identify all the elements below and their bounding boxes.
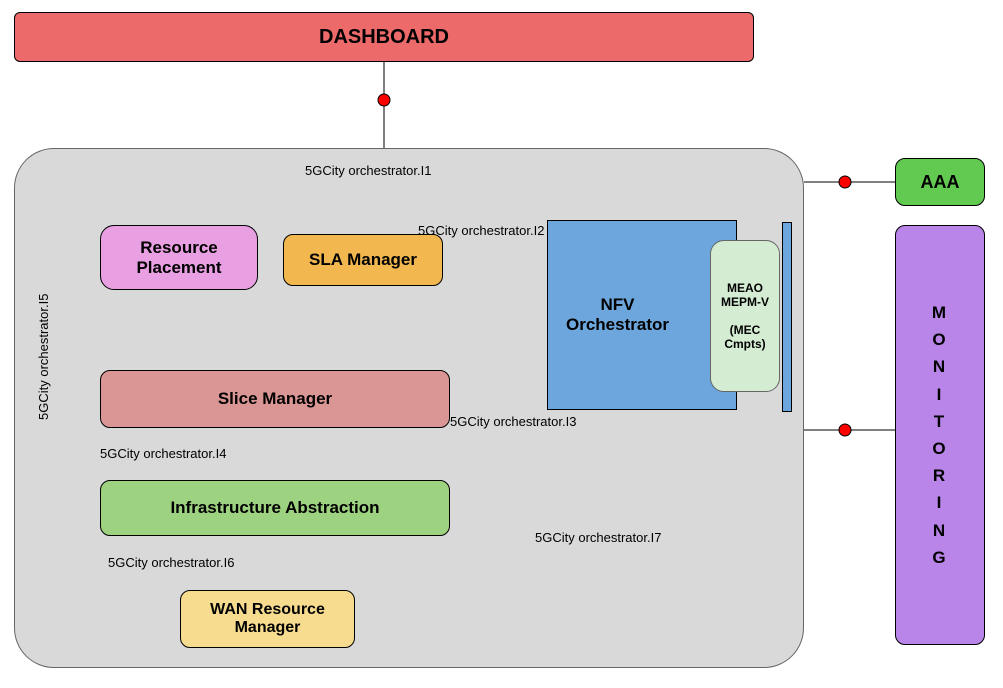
wan-resource-manager-box: WAN Resource Manager xyxy=(180,590,355,648)
dashboard-box: DASHBOARD xyxy=(14,12,754,62)
interface-i3-label: 5GCity orchestrator.I3 xyxy=(450,414,576,429)
aaa-label: AAA xyxy=(921,172,960,193)
slice-manager-label: Slice Manager xyxy=(218,389,332,409)
diagram-canvas: DASHBOARD Resource Placement SLA Manager… xyxy=(0,0,1003,688)
interface-i5-label: 5GCity orchestrator.I5 xyxy=(36,294,51,420)
slice-manager-box: Slice Manager xyxy=(100,370,450,428)
nfv-orchestrator-label: NFV Orchestrator xyxy=(566,295,669,335)
interface-i7-label: 5GCity orchestrator.I7 xyxy=(535,530,661,545)
interface-i4-label: 5GCity orchestrator.I4 xyxy=(100,446,226,461)
sla-manager-box: SLA Manager xyxy=(283,234,443,286)
mec-components-box: MEAO MEPM-V (MEC Cmpts) xyxy=(710,240,780,392)
interface-i2-label: 5GCity orchestrator.I2 xyxy=(418,223,544,238)
sla-manager-label: SLA Manager xyxy=(309,250,417,270)
interface-i1-label: 5GCity orchestrator.I1 xyxy=(305,163,431,178)
monitoring-label: MONITORING xyxy=(932,299,948,571)
nfv-shadow xyxy=(782,222,792,412)
interface-i6-label: 5GCity orchestrator.I6 xyxy=(108,555,234,570)
mec-components-label: MEAO MEPM-V (MEC Cmpts) xyxy=(721,281,769,351)
dashboard-label: DASHBOARD xyxy=(319,26,449,49)
resource-placement-box: Resource Placement xyxy=(100,225,258,290)
resource-placement-label: Resource Placement xyxy=(136,238,221,278)
infrastructure-abstraction-label: Infrastructure Abstraction xyxy=(170,498,379,518)
monitoring-box: MONITORING xyxy=(895,225,985,645)
wan-resource-manager-label: WAN Resource Manager xyxy=(210,601,325,637)
aaa-box: AAA xyxy=(895,158,985,206)
nfv-orchestrator-box: NFV Orchestrator xyxy=(547,220,737,410)
infrastructure-abstraction-box: Infrastructure Abstraction xyxy=(100,480,450,536)
